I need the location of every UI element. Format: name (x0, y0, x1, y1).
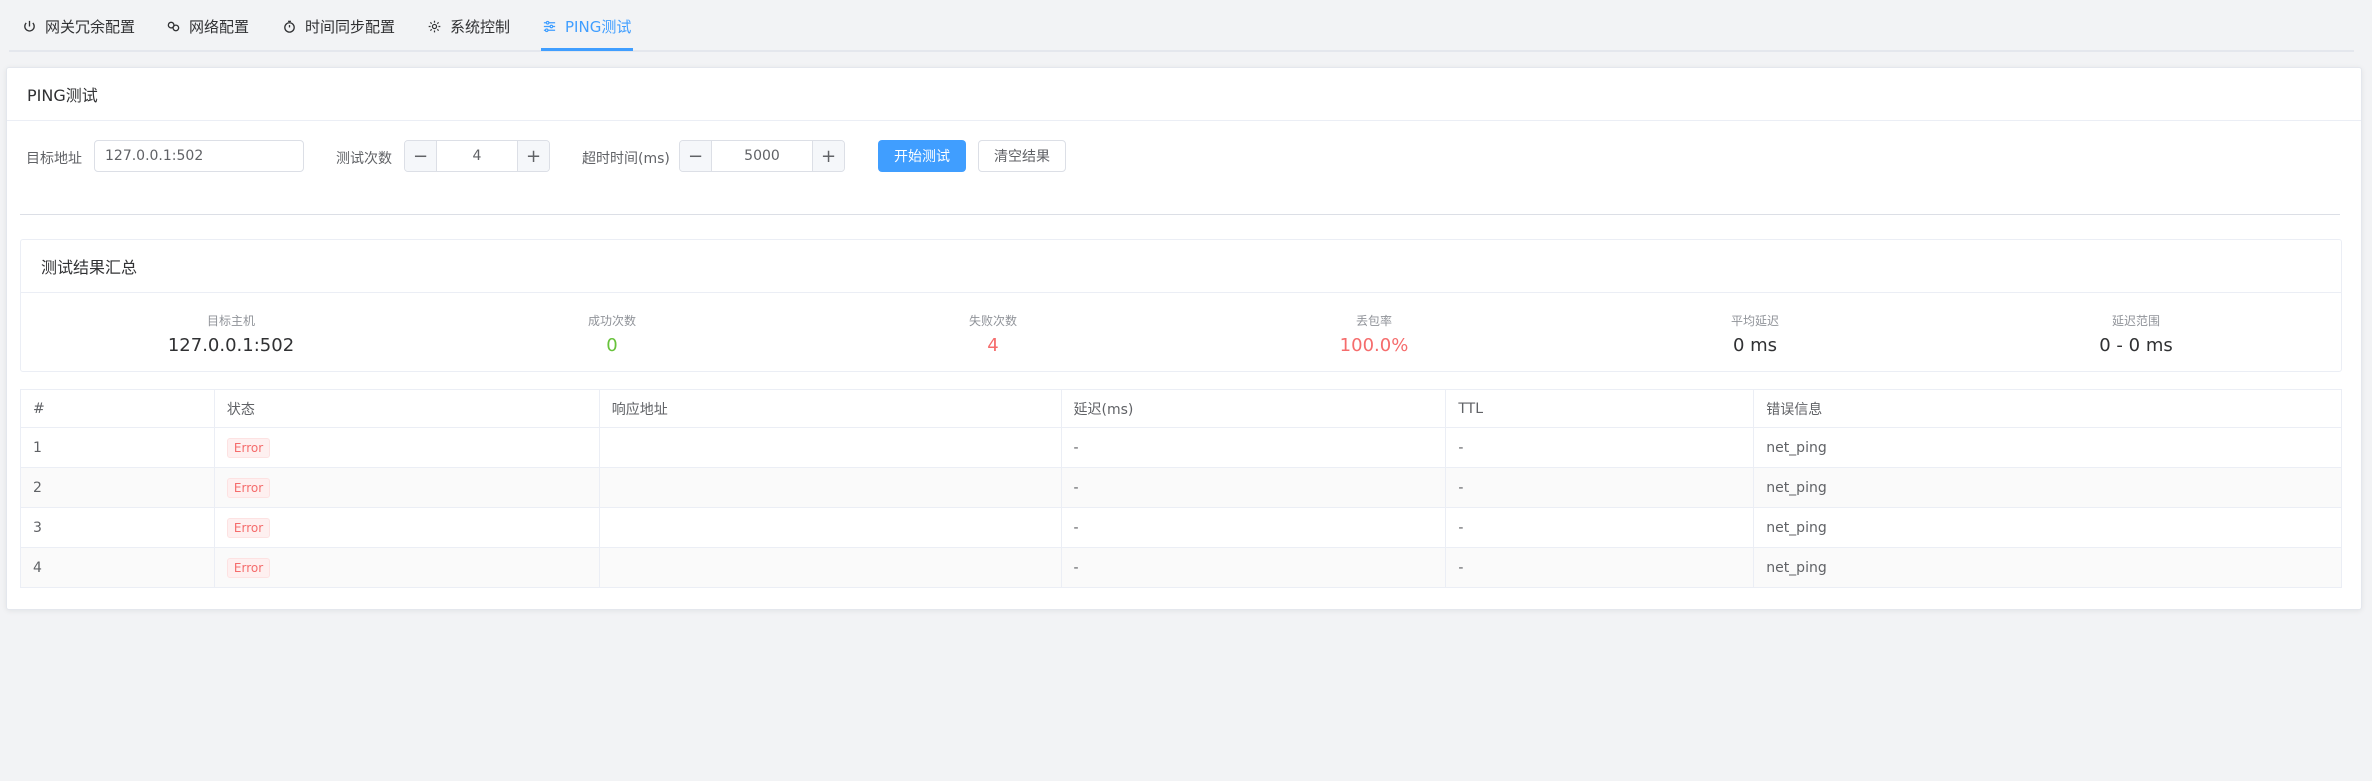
timeout-label: 超时时间(ms) (582, 151, 670, 167)
column-header[interactable]: 状态 (213, 389, 600, 428)
card-title: PING测试 (7, 68, 2361, 121)
column-header[interactable]: TTL (1445, 389, 1755, 428)
clear-results-button[interactable]: 清空结果 (978, 140, 1066, 172)
tab-ping-test[interactable]: PING测试 (541, 0, 631, 52)
target-address-input[interactable] (94, 140, 304, 172)
latency-cell: - (1060, 507, 1447, 548)
stat-label: 成功次数 (587, 314, 636, 328)
status-cell: Error (213, 507, 600, 548)
table-header-row: # 状态 响应地址 延迟(ms) TTL 错误信息 (20, 389, 2342, 428)
stat-fail-count: 失败次数 4 (803, 313, 1183, 357)
tab-label: PING测试 (565, 17, 632, 36)
stat-value: 127.0.0.1:502 (167, 335, 295, 356)
column-header[interactable]: # (20, 389, 215, 428)
row-index: 4 (20, 547, 215, 588)
status-badge: Error (226, 437, 271, 458)
timeout-value[interactable]: 5000 (712, 141, 812, 171)
tab-bar: 网关冗余配置 网络配置 时间同步配置 系统控制 PING测试 (9, 0, 2354, 52)
stat-avg-latency: 平均延迟 0 ms (1565, 313, 1945, 357)
stopwatch-icon (281, 18, 297, 34)
start-test-button[interactable]: 开始测试 (878, 140, 966, 172)
status-cell: Error (213, 467, 600, 508)
gear-icon (426, 18, 442, 34)
stat-label: 延迟范围 (2111, 314, 2160, 328)
stat-label: 目标主机 (206, 314, 255, 328)
summary-panel: 测试结果汇总 目标主机 127.0.0.1:502 成功次数 0 失败次数 4 … (20, 239, 2342, 372)
table-row[interactable]: 3 Error - - net_ping (20, 507, 2342, 548)
timeout-stepper[interactable]: − 5000 + (679, 140, 845, 172)
decrease-count-button[interactable]: − (405, 141, 437, 171)
error-message: net_ping (1753, 547, 2342, 588)
table-row[interactable]: 4 Error - - net_ping (20, 547, 2342, 588)
tab-network[interactable]: 网络配置 (165, 0, 249, 52)
ping-count-value[interactable]: 4 (437, 141, 517, 171)
error-message: net_ping (1753, 427, 2342, 468)
stat-value: 0 - 0 ms (2099, 335, 2173, 356)
table-row[interactable]: 1 Error - - net_ping (20, 427, 2342, 468)
link-icon (165, 18, 181, 34)
stat-value: 0 (606, 335, 618, 356)
increase-count-button[interactable]: + (517, 141, 549, 171)
tab-system-control[interactable]: 系统控制 (426, 0, 510, 52)
latency-cell: - (1060, 427, 1447, 468)
stat-label: 平均延迟 (1730, 314, 1779, 328)
ping-count-stepper[interactable]: − 4 + (404, 140, 550, 172)
target-address-label: 目标地址 (26, 151, 82, 167)
stat-label: 失败次数 (968, 314, 1017, 328)
summary-title: 测试结果汇总 (21, 240, 2341, 293)
stat-success-count: 成功次数 0 (422, 313, 802, 357)
decrease-timeout-button[interactable]: − (680, 141, 712, 171)
ttl-cell: - (1445, 467, 1755, 508)
active-tab-indicator (541, 48, 633, 51)
response-address (598, 427, 1062, 468)
tab-label: 网络配置 (189, 17, 250, 36)
status-badge: Error (226, 477, 271, 498)
column-header[interactable]: 错误信息 (1753, 389, 2342, 428)
stat-label: 丢包率 (1355, 314, 1392, 328)
status-badge: Error (226, 517, 271, 538)
latency-cell: - (1060, 467, 1447, 508)
tab-time-sync[interactable]: 时间同步配置 (281, 0, 395, 52)
stat-value: 100.0% (1339, 335, 1409, 356)
ttl-cell: - (1445, 507, 1755, 548)
stat-value: 4 (987, 335, 999, 356)
ttl-cell: - (1445, 427, 1755, 468)
column-header[interactable]: 延迟(ms) (1060, 389, 1447, 428)
row-index: 2 (20, 467, 215, 508)
tab-gateway-redundancy[interactable]: 网关冗余配置 (21, 0, 135, 52)
tab-label: 时间同步配置 (305, 17, 396, 36)
response-address (598, 547, 1062, 588)
ttl-cell: - (1445, 547, 1755, 588)
status-cell: Error (213, 547, 600, 588)
response-address (598, 507, 1062, 548)
row-index: 3 (20, 507, 215, 548)
stat-value: 0 ms (1732, 335, 1778, 356)
stat-latency-range: 延迟范围 0 - 0 ms (1946, 313, 2326, 357)
power-icon (21, 18, 37, 34)
status-cell: Error (213, 427, 600, 468)
error-message: net_ping (1753, 467, 2342, 508)
error-message: net_ping (1753, 507, 2342, 548)
latency-cell: - (1060, 547, 1447, 588)
stat-packet-loss: 丢包率 100.0% (1184, 313, 1564, 357)
response-address (598, 467, 1062, 508)
column-header[interactable]: 响应地址 (598, 389, 1062, 428)
divider (20, 214, 2340, 215)
ping-count-label: 测试次数 (336, 151, 392, 167)
stat-target-host: 目标主机 127.0.0.1:502 (41, 313, 421, 357)
status-badge: Error (226, 557, 271, 578)
row-index: 1 (20, 427, 215, 468)
increase-timeout-button[interactable]: + (812, 141, 844, 171)
ping-results-table: # 状态 响应地址 延迟(ms) TTL 错误信息 1 Error - - ne… (20, 389, 2342, 588)
sliders-icon (541, 18, 557, 34)
tab-label: 系统控制 (450, 17, 511, 36)
table-row[interactable]: 2 Error - - net_ping (20, 467, 2342, 508)
tab-label: 网关冗余配置 (45, 17, 136, 36)
